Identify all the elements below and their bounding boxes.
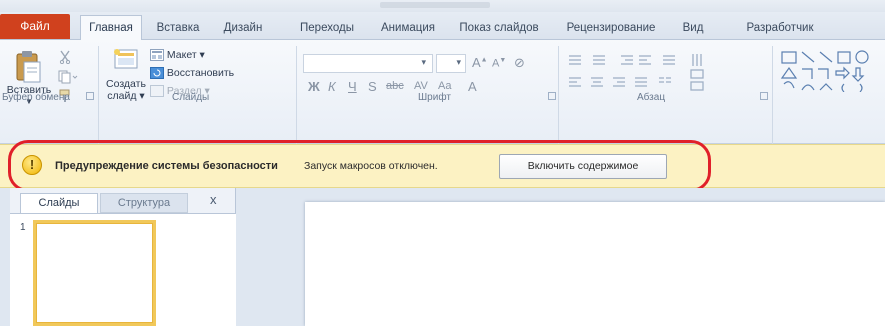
brace-left-shape-icon (841, 83, 845, 92)
clipboard-icon (16, 51, 41, 83)
down-arrow-shape-icon (851, 67, 865, 82)
section-icon (150, 85, 164, 98)
rectangle-shape-icon (837, 51, 851, 64)
enable-content-button[interactable]: Включить содержимое (499, 154, 667, 179)
decrease-indent-icon (621, 55, 633, 65)
align-right-icon (613, 77, 625, 87)
character-spacing-icon[interactable]: AV (414, 80, 428, 92)
security-warning-title: Предупреждение системы безопасности (55, 160, 278, 172)
font-group-label: Шрифт (418, 92, 451, 103)
arrow-shape-icon (819, 51, 833, 63)
security-message-bar: ! Предупреждение системы безопасности За… (0, 144, 885, 188)
new-slide-label-1: Создать (106, 78, 146, 90)
tab-slides[interactable]: Слайды (20, 193, 98, 213)
font-name-field[interactable]: ▾ (303, 54, 433, 73)
change-case-icon[interactable]: Aa (438, 80, 451, 92)
tab-slideshow[interactable]: Показ слайдов (451, 17, 547, 40)
group-divider (296, 46, 297, 146)
macros-disabled-text: Запуск макросов отключен. (304, 160, 438, 172)
shapes-gallery[interactable] (780, 50, 885, 92)
tab-developer[interactable]: Разработчик (720, 17, 840, 40)
close-pane-icon[interactable]: x (210, 192, 217, 207)
reset-label: Восстановить (166, 67, 235, 79)
increase-indent-icon (639, 55, 651, 65)
line-spacing-icon (663, 55, 675, 65)
justify-icon (635, 77, 647, 87)
grow-font-icon[interactable]: A▲ (472, 55, 488, 70)
brace-right-shape-icon (859, 83, 863, 92)
tab-transitions[interactable]: Переходы (292, 17, 362, 40)
clear-format-icon[interactable]: ⊘ (514, 55, 525, 71)
slide-thumbnail[interactable] (33, 220, 156, 326)
paragraph-group-label: Абзац (637, 92, 666, 103)
warning-icon: ! (22, 155, 42, 175)
layout-icon (150, 49, 164, 62)
new-slide-button[interactable]: Создать слайд ▾ (103, 48, 149, 102)
right-arrow-shape-icon (835, 66, 850, 80)
tab-view[interactable]: Вид (677, 17, 709, 40)
arc-shape-icon (801, 84, 815, 91)
align-center-icon (591, 77, 603, 87)
align-text-icon (690, 69, 704, 79)
clipboard-launcher-icon[interactable] (86, 92, 94, 100)
chevron-shape-icon (819, 83, 833, 91)
tab-home[interactable]: Главная (80, 15, 142, 41)
copy-icon[interactable] (58, 70, 78, 87)
tab-design[interactable]: Дизайн (212, 17, 274, 40)
slide-canvas[interactable] (305, 202, 885, 326)
triangle-shape-icon (780, 66, 798, 79)
new-slide-label-2: слайд ▾ (107, 90, 145, 102)
italic-icon[interactable]: К (328, 79, 336, 94)
align-left-icon (569, 77, 581, 87)
line-shape-icon (801, 51, 815, 63)
reset-button[interactable]: Восстановить (150, 67, 235, 80)
tab-insert[interactable]: Вставка (148, 17, 208, 40)
cut-icon[interactable] (58, 50, 72, 67)
clipboard-group-label: Буфер обмена (2, 92, 70, 103)
reset-icon (150, 67, 164, 80)
connector-shape-icon (802, 68, 813, 79)
curve-shape-icon (783, 81, 795, 89)
group-divider (772, 46, 773, 146)
tab-file[interactable]: Файл (0, 14, 70, 39)
font-color-icon[interactable]: A (468, 79, 477, 94)
tab-outline[interactable]: Структура (100, 193, 188, 213)
bold-icon[interactable]: Ж (308, 79, 320, 94)
slide-number: 1 (20, 222, 26, 233)
bullets-icon (569, 55, 581, 65)
paragraph-launcher-icon[interactable] (760, 92, 768, 100)
group-divider (558, 46, 559, 146)
strikethrough-icon[interactable]: abc (386, 80, 404, 92)
tab-review[interactable]: Рецензирование (552, 17, 670, 40)
shrink-font-icon[interactable]: A▼ (492, 57, 506, 70)
paragraph-tools (569, 54, 704, 91)
oval-shape-icon (855, 50, 869, 64)
ribbon-tabs: Файл Главная Вставка Дизайн Переходы Ани… (0, 12, 885, 41)
columns-icon (659, 77, 671, 83)
elbow-shape-icon (818, 68, 829, 79)
title-bar (0, 0, 885, 12)
layout-button[interactable]: Макет ▾ (150, 49, 205, 62)
layout-label: Макет (166, 49, 197, 61)
font-size-field[interactable]: ▾ (436, 54, 466, 73)
textbox-shape-icon (781, 51, 797, 64)
underline-icon[interactable]: Ч (348, 79, 357, 94)
numbering-icon (593, 55, 605, 65)
shadow-icon[interactable]: S (368, 79, 377, 94)
group-divider (98, 46, 99, 146)
new-slide-icon (114, 49, 138, 69)
tab-animations[interactable]: Анимация (372, 17, 444, 40)
slides-group-label: Слайды (172, 92, 210, 103)
font-launcher-icon[interactable] (548, 92, 556, 100)
smartart-icon (690, 81, 704, 91)
text-direction-icon (692, 54, 702, 66)
title-text-blur (380, 2, 490, 8)
